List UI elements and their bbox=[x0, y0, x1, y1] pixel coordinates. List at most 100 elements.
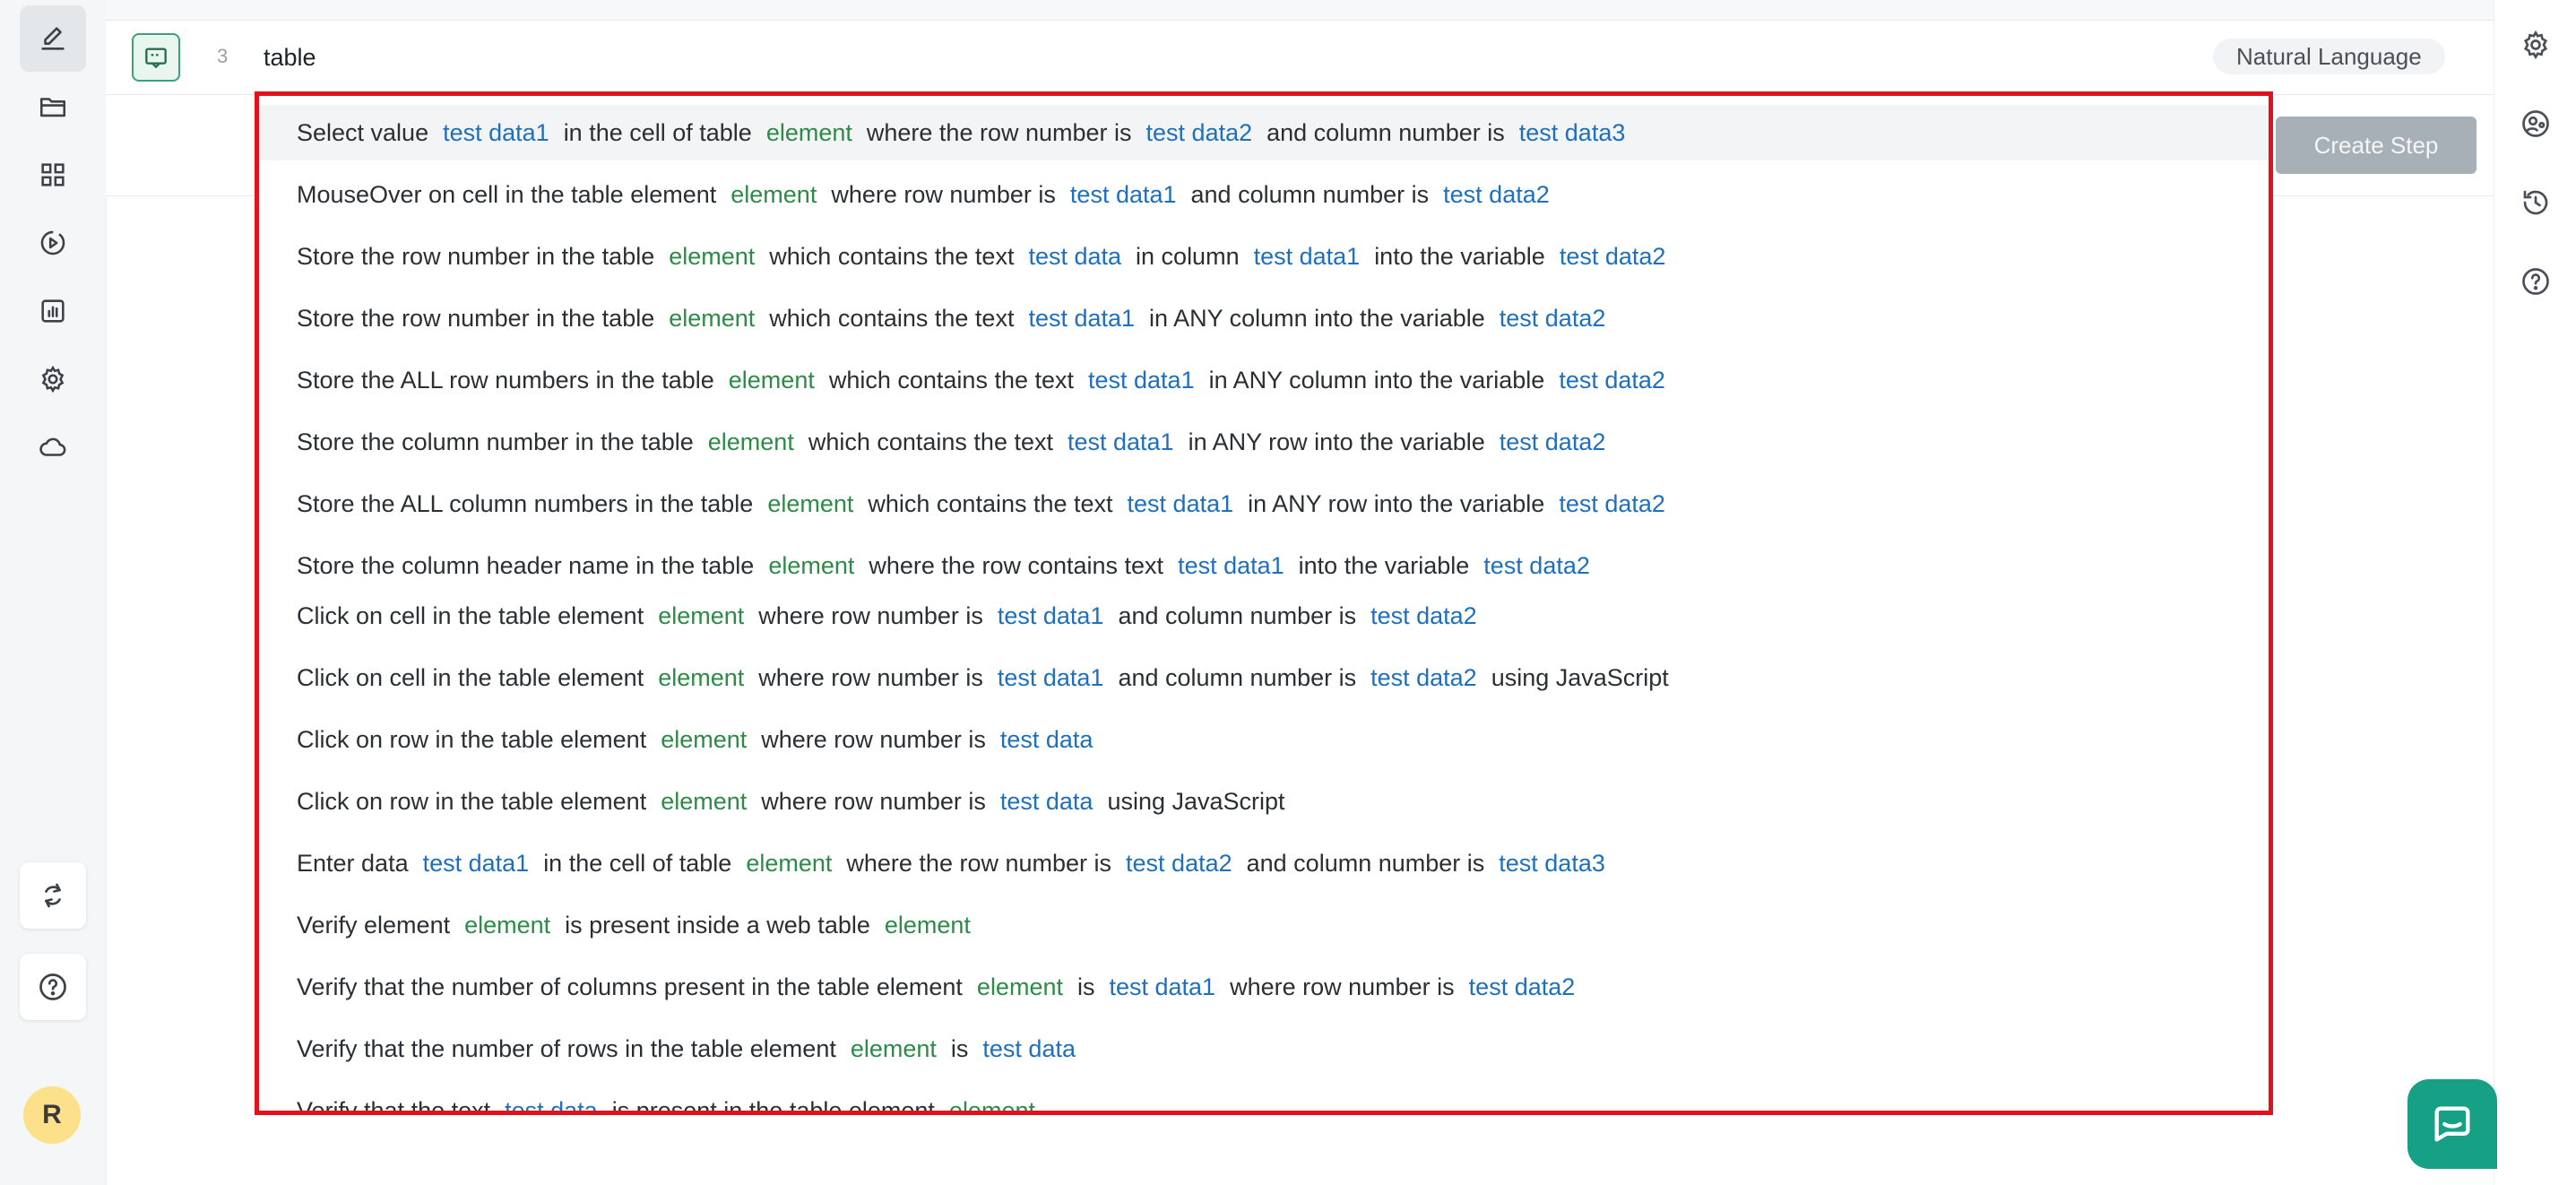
step-editor-row: 3 Natural Language bbox=[106, 21, 2494, 95]
test-data-token[interactable]: test data1 bbox=[443, 119, 549, 147]
element-token[interactable]: element bbox=[767, 490, 853, 518]
step-type-button[interactable] bbox=[132, 33, 180, 82]
sidebar-item-run[interactable] bbox=[20, 210, 86, 276]
suggestion-text: where the row contains text bbox=[869, 551, 1164, 579]
test-data-token[interactable]: test data2 bbox=[1500, 305, 1606, 333]
element-token[interactable]: element bbox=[729, 367, 815, 394]
dashboard-icon bbox=[41, 163, 65, 186]
element-token[interactable]: element bbox=[658, 664, 744, 692]
suggestion-text: Verify that the number of columns presen… bbox=[297, 973, 963, 1000]
sidebar-item-dashboard[interactable] bbox=[20, 142, 86, 208]
suggestion-text: where the row number is bbox=[846, 849, 1112, 877]
help-icon bbox=[39, 973, 66, 1000]
avatar[interactable]: R bbox=[23, 1086, 81, 1144]
suggestion-item[interactable]: Click on row in the table element element… bbox=[259, 774, 2269, 829]
test-data-token[interactable]: test data2 bbox=[1559, 367, 1665, 394]
test-data-token[interactable]: test data1 bbox=[1070, 181, 1177, 209]
right-help-button[interactable] bbox=[2516, 262, 2555, 301]
test-data-token[interactable]: test data1 bbox=[1254, 243, 1361, 271]
suggestion-text: is bbox=[1076, 973, 1095, 1000]
test-data-token[interactable]: test data bbox=[1028, 243, 1121, 271]
element-token[interactable]: element bbox=[977, 973, 1063, 1001]
test-data-token[interactable]: test data1 bbox=[1128, 490, 1234, 518]
step-input[interactable] bbox=[264, 35, 1967, 80]
element-token[interactable]: element bbox=[661, 788, 747, 816]
test-data-token[interactable]: test data1 bbox=[998, 602, 1104, 630]
user-settings-button[interactable] bbox=[2516, 104, 2555, 143]
test-data-token[interactable]: test data3 bbox=[1499, 850, 1605, 878]
suggestion-item[interactable]: Verify that the number of rows in the ta… bbox=[259, 1021, 2269, 1077]
create-step-button[interactable]: Create Step bbox=[2276, 117, 2477, 174]
sidebar-item-folder[interactable] bbox=[20, 74, 86, 140]
history-button[interactable] bbox=[2516, 183, 2555, 222]
suggestion-item[interactable]: Verify that the number of columns presen… bbox=[259, 959, 2269, 1015]
suggestion-text: Store the column number in the table bbox=[297, 428, 694, 455]
test-data-token[interactable]: test data2 bbox=[1370, 664, 1477, 692]
test-data-token[interactable]: test data bbox=[982, 1035, 1076, 1063]
language-badge[interactable]: Natural Language bbox=[2213, 39, 2445, 74]
test-data-token[interactable]: test data1 bbox=[1088, 367, 1195, 394]
test-data-token[interactable]: test data2 bbox=[1559, 490, 1665, 518]
element-token[interactable]: element bbox=[766, 119, 852, 147]
test-data-token[interactable]: test data1 bbox=[1178, 552, 1284, 580]
element-token[interactable]: element bbox=[851, 1035, 937, 1063]
test-data-token[interactable]: test data2 bbox=[1560, 243, 1666, 271]
element-token[interactable]: element bbox=[746, 850, 832, 878]
test-data-token[interactable]: test data1 bbox=[998, 664, 1104, 692]
suggestion-item[interactable]: Store the ALL row numbers in the table el… bbox=[259, 352, 2269, 408]
suggestion-text: is present in the table element bbox=[611, 1096, 935, 1115]
suggestion-item[interactable]: Enter data test data1 in the cell of table… bbox=[259, 835, 2269, 891]
test-data-token[interactable]: test data bbox=[505, 1097, 598, 1111]
element-token[interactable]: element bbox=[949, 1097, 1035, 1111]
test-data-token[interactable]: test data bbox=[1000, 726, 1094, 754]
test-data-token[interactable]: test data2 bbox=[1443, 181, 1550, 209]
sidebar-item-settings[interactable] bbox=[20, 346, 86, 412]
element-token[interactable]: element bbox=[661, 726, 747, 754]
sidebar-item-reports[interactable] bbox=[20, 278, 86, 344]
test-data-token[interactable]: test data2 bbox=[1483, 552, 1590, 580]
suggestion-item[interactable]: Store the column header name in the tabl… bbox=[259, 538, 2269, 593]
element-token[interactable]: element bbox=[768, 552, 854, 580]
suggestion-item[interactable]: Store the row number in the table element… bbox=[259, 290, 2269, 346]
suggestion-item[interactable]: Store the row number in the table element… bbox=[259, 229, 2269, 284]
suggestion-item[interactable]: Verify element element is present inside a… bbox=[259, 897, 2269, 953]
sidebar-item-edit[interactable] bbox=[20, 5, 86, 72]
step-type-icon bbox=[145, 48, 167, 68]
suggestion-text: Verify that the number of rows in the ta… bbox=[297, 1034, 836, 1062]
test-data-token[interactable]: test data2 bbox=[1126, 850, 1232, 878]
test-data-token[interactable]: test data1 bbox=[423, 850, 530, 878]
test-data-token[interactable]: test data2 bbox=[1370, 602, 1477, 630]
suggestion-item[interactable]: Store the column number in the table elem… bbox=[259, 414, 2269, 470]
test-data-token[interactable]: test data2 bbox=[1500, 428, 1606, 456]
test-data-token[interactable]: test data2 bbox=[1469, 973, 1576, 1001]
history-icon bbox=[2523, 190, 2548, 215]
right-settings-button[interactable] bbox=[2516, 25, 2555, 65]
test-data-token[interactable]: test data1 bbox=[1028, 305, 1135, 333]
test-data-token[interactable]: test data3 bbox=[1519, 119, 1626, 147]
chat-button[interactable] bbox=[2407, 1079, 2497, 1169]
element-token[interactable]: element bbox=[669, 243, 755, 271]
suggestion-item[interactable]: Verify that the text test data is present … bbox=[259, 1083, 2269, 1115]
help-button[interactable] bbox=[20, 954, 86, 1020]
element-token[interactable]: element bbox=[730, 181, 817, 209]
element-token[interactable]: element bbox=[708, 428, 794, 456]
suggestion-text: Click on cell in the table element bbox=[297, 663, 644, 691]
element-token[interactable]: element bbox=[464, 912, 550, 939]
test-data-token[interactable]: test data1 bbox=[1109, 973, 1215, 1001]
element-token[interactable]: element bbox=[669, 305, 755, 333]
line-number: 3 bbox=[217, 45, 229, 67]
suggestion-text: is present inside a web table bbox=[565, 911, 870, 938]
sync-button[interactable] bbox=[20, 862, 86, 929]
element-token[interactable]: element bbox=[658, 602, 744, 630]
suggestion-item[interactable]: Click on cell in the table element elemen… bbox=[259, 588, 2269, 644]
test-data-token[interactable]: test data bbox=[1000, 788, 1094, 816]
suggestion-item[interactable]: Store the ALL column numbers in the tabl… bbox=[259, 476, 2269, 532]
element-token[interactable]: element bbox=[885, 912, 971, 939]
suggestion-item[interactable]: Click on row in the table element element… bbox=[259, 712, 2269, 767]
suggestion-item[interactable]: Click on cell in the table element elemen… bbox=[259, 650, 2269, 705]
suggestion-item[interactable]: Select value test data1 in the cell of tab… bbox=[259, 105, 2269, 160]
suggestion-item[interactable]: MouseOver on cell in the table element el… bbox=[259, 167, 2269, 222]
test-data-token[interactable]: test data2 bbox=[1146, 119, 1253, 147]
sidebar-item-cloud[interactable] bbox=[20, 414, 86, 480]
test-data-token[interactable]: test data1 bbox=[1068, 428, 1174, 456]
